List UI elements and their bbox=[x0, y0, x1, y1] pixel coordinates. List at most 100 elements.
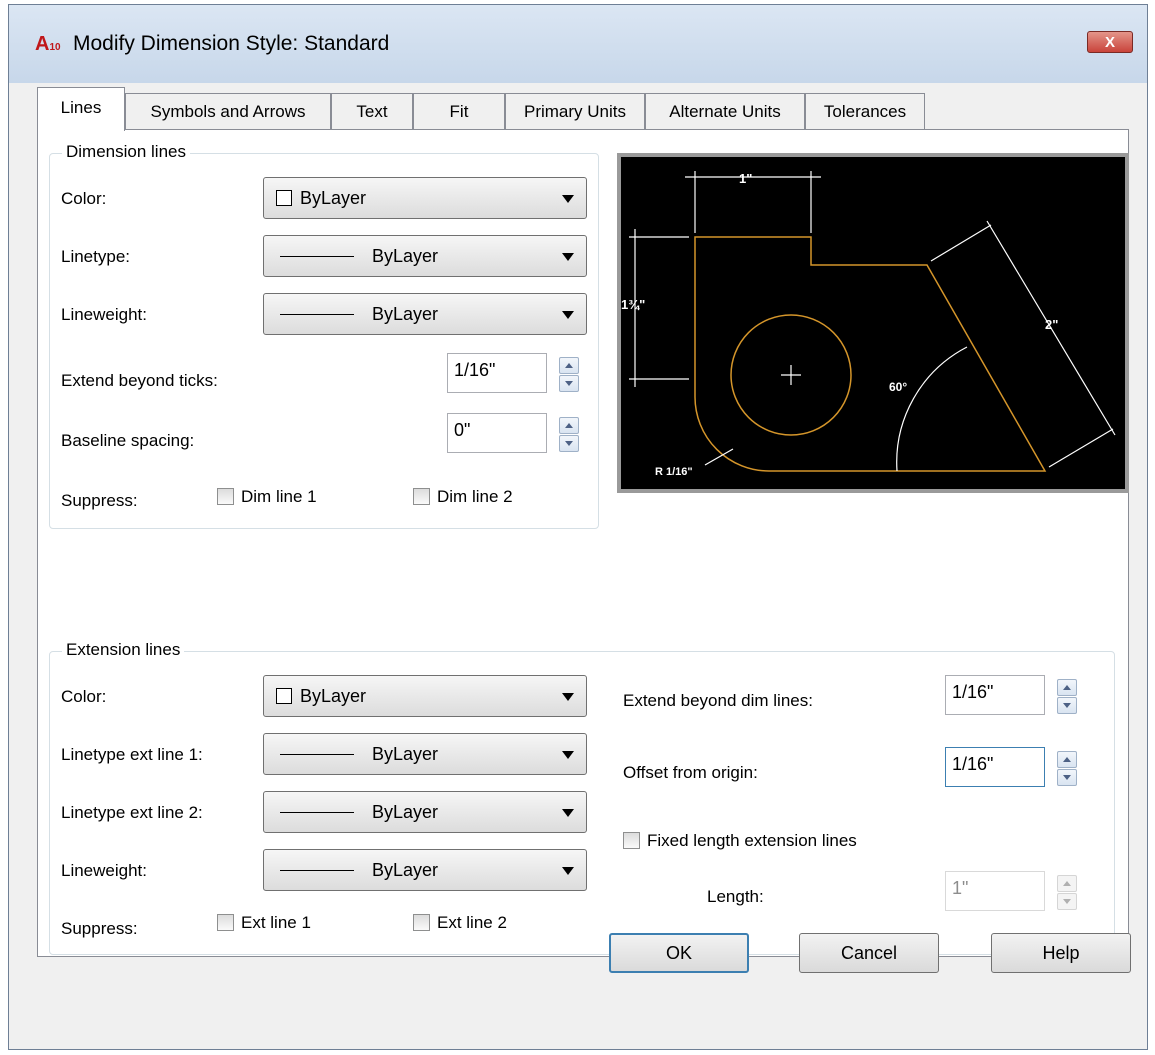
chevron-down-icon bbox=[562, 693, 574, 701]
suppress-label: Suppress: bbox=[61, 491, 138, 510]
color-swatch bbox=[276, 190, 292, 206]
checkbox-icon bbox=[217, 914, 234, 931]
linetype-sample bbox=[280, 812, 354, 813]
linetype-ext-1-dropdown[interactable]: ByLayer bbox=[263, 733, 587, 775]
length-label: Length: bbox=[707, 887, 764, 906]
chevron-down-icon bbox=[562, 195, 574, 203]
autocad-icon: A10 bbox=[35, 33, 61, 55]
linetype-sample bbox=[280, 754, 354, 755]
part-outline bbox=[694, 236, 1047, 472]
lineweight-sample bbox=[280, 870, 354, 871]
spin-down-icon[interactable] bbox=[559, 435, 579, 452]
ext-lineweight-value: ByLayer bbox=[372, 860, 439, 880]
color-label: Color: bbox=[61, 189, 107, 208]
ext-lineweight-dropdown[interactable]: ByLayer bbox=[263, 849, 587, 891]
lineweight-sample bbox=[280, 314, 354, 315]
spin-down-icon[interactable] bbox=[559, 375, 579, 392]
spin-down-icon[interactable] bbox=[1057, 769, 1077, 786]
ext-lineweight-label: Lineweight: bbox=[61, 861, 148, 880]
lineweight-value: ByLayer bbox=[372, 304, 439, 324]
extend-beyond-ticks-stepper[interactable] bbox=[559, 357, 579, 393]
length-stepper[interactable] bbox=[1057, 875, 1077, 911]
offset-from-origin-stepper[interactable] bbox=[1057, 751, 1077, 787]
fixed-length-checkbox[interactable]: Fixed length extension lines bbox=[623, 831, 857, 851]
chevron-down-icon bbox=[562, 311, 574, 319]
help-button[interactable]: Help bbox=[991, 933, 1131, 973]
linetype-value: ByLayer bbox=[372, 246, 439, 266]
dim-line-1-label: Dim line 1 bbox=[241, 487, 317, 506]
tab-text[interactable]: Text bbox=[331, 93, 413, 129]
extend-beyond-ticks-label: Extend beyond ticks: bbox=[61, 371, 218, 390]
chevron-down-icon bbox=[562, 253, 574, 261]
extend-beyond-dim-lines-stepper[interactable] bbox=[1057, 679, 1077, 715]
linetype-sample bbox=[280, 256, 354, 257]
dimension-preview: 1" 1¾" 2" 60° R 1/16" bbox=[617, 153, 1129, 493]
tab-fit[interactable]: Fit bbox=[413, 93, 505, 129]
extend-beyond-dim-lines-input[interactable]: 1/16" bbox=[945, 675, 1045, 715]
baseline-spacing-input[interactable]: 0" bbox=[447, 413, 547, 453]
ok-button[interactable]: OK bbox=[609, 933, 749, 973]
tab-lines[interactable]: Lines bbox=[37, 87, 125, 131]
linetype-dropdown[interactable]: ByLayer bbox=[263, 235, 587, 277]
offset-from-origin-label: Offset from origin: bbox=[623, 763, 758, 782]
spin-up-icon[interactable] bbox=[559, 417, 579, 434]
close-button[interactable]: X bbox=[1087, 31, 1133, 53]
dimension-lines bbox=[629, 171, 1116, 472]
extend-beyond-ticks-input[interactable]: 1/16" bbox=[447, 353, 547, 393]
spin-down-icon[interactable] bbox=[1057, 893, 1077, 910]
linetype-ext-1-value: ByLayer bbox=[372, 744, 439, 764]
dim-line-2-checkbox[interactable]: Dim line 2 bbox=[413, 487, 513, 507]
ext-color-label: Color: bbox=[61, 687, 107, 706]
checkbox-icon bbox=[217, 488, 234, 505]
color-value: ByLayer bbox=[300, 188, 367, 208]
chevron-down-icon bbox=[562, 809, 574, 817]
ext-suppress-label: Suppress: bbox=[61, 919, 138, 938]
length-input[interactable]: 1" bbox=[945, 871, 1045, 911]
dim-radius-text: R 1/16" bbox=[655, 466, 693, 478]
dim-left-text: 1¾" bbox=[621, 297, 645, 312]
linetype-ext-2-dropdown[interactable]: ByLayer bbox=[263, 791, 587, 833]
checkbox-icon bbox=[623, 832, 640, 849]
linetype-ext-1-label: Linetype ext line 1: bbox=[61, 745, 203, 764]
spin-down-icon[interactable] bbox=[1057, 697, 1077, 714]
spin-up-icon[interactable] bbox=[1057, 751, 1077, 768]
ext-line-2-checkbox[interactable]: Ext line 2 bbox=[413, 913, 507, 933]
tab-symbols-and-arrows[interactable]: Symbols and Arrows bbox=[125, 93, 331, 129]
ext-line-2-label: Ext line 2 bbox=[437, 913, 507, 932]
group-title: Dimension lines bbox=[62, 142, 190, 162]
linetype-ext-2-label: Linetype ext line 2: bbox=[61, 803, 203, 822]
baseline-spacing-stepper[interactable] bbox=[559, 417, 579, 453]
group-title: Extension lines bbox=[62, 640, 185, 660]
cancel-button[interactable]: Cancel bbox=[799, 933, 939, 973]
offset-from-origin-input[interactable]: 1/16" bbox=[945, 747, 1045, 787]
color-dropdown[interactable]: ByLayer bbox=[263, 177, 587, 219]
window-title: Modify Dimension Style: Standard bbox=[73, 32, 390, 55]
lineweight-label: Lineweight: bbox=[61, 305, 148, 324]
title-bar[interactable]: A10 Modify Dimension Style: Standard X bbox=[9, 5, 1147, 83]
ext-color-value: ByLayer bbox=[300, 686, 367, 706]
spin-up-icon[interactable] bbox=[1057, 875, 1077, 892]
chevron-down-icon bbox=[562, 751, 574, 759]
ext-color-dropdown[interactable]: ByLayer bbox=[263, 675, 587, 717]
baseline-spacing-label: Baseline spacing: bbox=[61, 431, 195, 450]
modify-dimension-style-dialog: A10 Modify Dimension Style: Standard X L… bbox=[8, 4, 1148, 1050]
dim-right-text: 2" bbox=[1045, 317, 1058, 332]
spin-up-icon[interactable] bbox=[559, 357, 579, 374]
linetype-ext-2-value: ByLayer bbox=[372, 802, 439, 822]
ext-line-1-label: Ext line 1 bbox=[241, 913, 311, 932]
spin-up-icon[interactable] bbox=[1057, 679, 1077, 696]
tab-primary-units[interactable]: Primary Units bbox=[505, 93, 645, 129]
color-swatch bbox=[276, 688, 292, 704]
ext-line-1-checkbox[interactable]: Ext line 1 bbox=[217, 913, 311, 933]
preview-drawing: 1" 1¾" 2" 60° R 1/16" bbox=[621, 171, 1116, 478]
tab-alternate-units[interactable]: Alternate Units bbox=[645, 93, 805, 129]
dim-angle-text: 60° bbox=[889, 380, 907, 394]
extend-beyond-dim-lines-label: Extend beyond dim lines: bbox=[623, 691, 813, 710]
dim-line-1-checkbox[interactable]: Dim line 1 bbox=[217, 487, 317, 507]
checkbox-icon bbox=[413, 914, 430, 931]
tab-tolerances[interactable]: Tolerances bbox=[805, 93, 925, 129]
lineweight-dropdown[interactable]: ByLayer bbox=[263, 293, 587, 335]
linetype-label: Linetype: bbox=[61, 247, 130, 266]
dim-top-text: 1" bbox=[739, 171, 752, 186]
fixed-length-label: Fixed length extension lines bbox=[647, 831, 857, 850]
